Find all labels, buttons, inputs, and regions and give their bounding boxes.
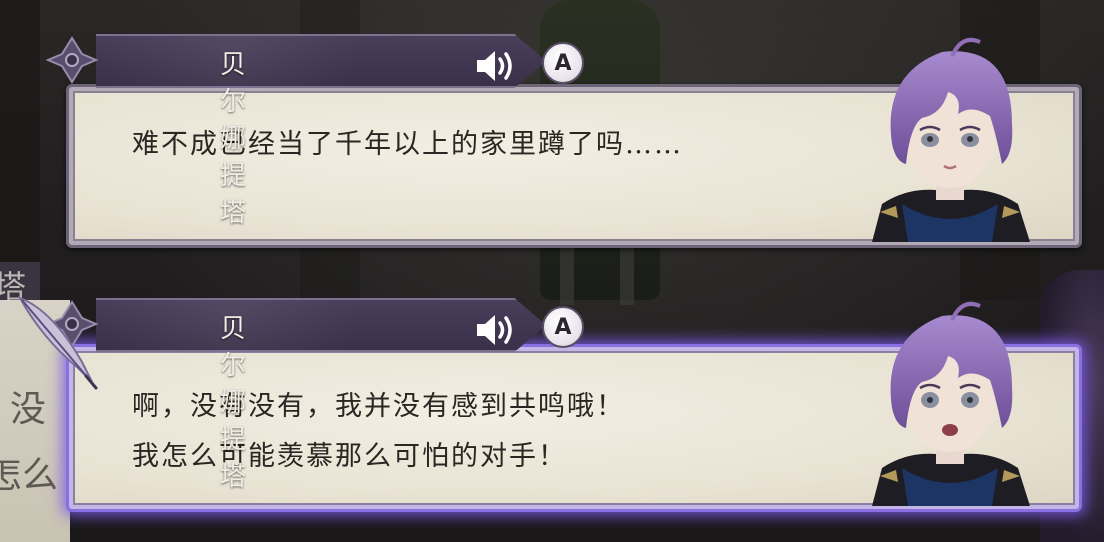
- quill-icon: [17, 296, 98, 390]
- character-portrait: [872, 37, 1030, 242]
- dialog-line: 啊，没有没有，我并没有感到共鸣哦！: [132, 391, 625, 422]
- game-scene: 塔 没 怎么 难不成已经当了千年以上的家里蹲了吗…… 贝尔娜提塔 A 啊，没有没…: [0, 0, 1104, 542]
- dialog-line: 难不成已经当了千年以上的家里蹲了吗……: [132, 129, 683, 160]
- speaker-name: 贝尔娜提塔: [220, 50, 249, 228]
- speaker-icon[interactable]: [474, 46, 518, 86]
- dialog-line: 我怎么可能羡慕那么可怕的对手！: [132, 441, 567, 472]
- a-button-icon[interactable]: A: [542, 42, 584, 84]
- background-pillar: [0, 0, 40, 300]
- character-portrait: [872, 301, 1030, 506]
- speaker-icon[interactable]: [474, 310, 518, 350]
- ornament-icon: [45, 36, 99, 84]
- speaker-name: 贝尔娜提塔: [220, 314, 249, 492]
- background-character-legs: [560, 245, 650, 305]
- background-text: 怎么: [0, 455, 59, 496]
- a-button-icon[interactable]: A: [542, 306, 584, 348]
